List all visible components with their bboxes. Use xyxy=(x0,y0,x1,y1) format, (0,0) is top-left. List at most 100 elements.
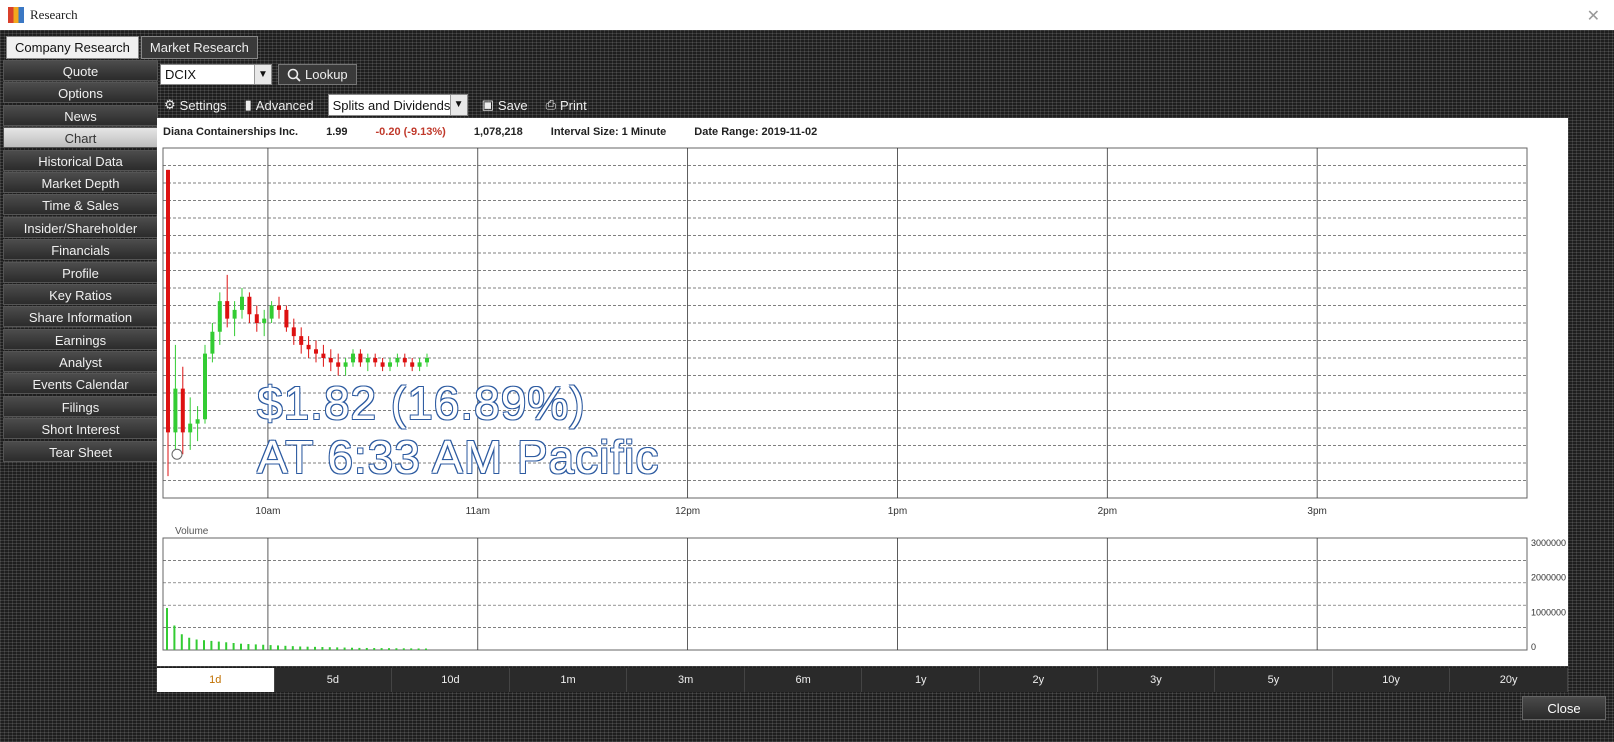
chevron-down-icon[interactable]: ▼ xyxy=(449,95,467,115)
symbol-input[interactable]: DCIX ▼ xyxy=(160,64,272,85)
volume-bar xyxy=(336,647,339,650)
volume-bar xyxy=(277,645,279,650)
settings-button[interactable]: ⚙ Settings xyxy=(160,97,231,113)
sidebar-item-key-ratios[interactable]: Key Ratios xyxy=(3,283,158,305)
window-close-icon[interactable]: ✕ xyxy=(1587,6,1600,26)
range-6m[interactable]: 6m xyxy=(745,668,863,692)
range-5d[interactable]: 5d xyxy=(275,668,393,692)
volume-bar xyxy=(240,643,242,650)
candle-body xyxy=(299,336,304,345)
range-3m[interactable]: 3m xyxy=(627,668,745,692)
sidebar-item-financials[interactable]: Financials xyxy=(3,239,158,261)
range-selector: 1d 5d 10d 1m 3m 6m 1y 2y 3y 5y 10y 20y xyxy=(157,668,1568,692)
save-button[interactable]: ▣ Save xyxy=(478,97,532,113)
sidebar-item-news[interactable]: News xyxy=(3,104,158,126)
range-20y[interactable]: 20y xyxy=(1450,668,1568,692)
sidebar-item-quote[interactable]: Quote xyxy=(3,60,158,81)
range-3y[interactable]: 3y xyxy=(1098,668,1216,692)
sidebar-item-market-depth[interactable]: Market Depth xyxy=(3,171,158,193)
candle-body xyxy=(351,353,355,363)
floppy-icon: ▣ xyxy=(481,97,494,112)
sidebar-item-earnings[interactable]: Earnings xyxy=(3,328,158,350)
volume-tick-label: 2000000 xyxy=(1531,573,1566,583)
volume-bar xyxy=(314,646,316,650)
volume-bar xyxy=(195,639,198,650)
candle-body xyxy=(380,362,385,367)
lookup-button[interactable]: Lookup xyxy=(278,64,357,85)
tab-market-research[interactable]: Market Research xyxy=(140,36,258,59)
print-label: Print xyxy=(559,97,587,113)
candle-body xyxy=(373,358,378,363)
volume-bar xyxy=(425,648,427,650)
advanced-button[interactable]: ▮ Advanced xyxy=(241,97,318,113)
x-tick-label: 2pm xyxy=(1098,506,1117,517)
candle-body xyxy=(269,305,274,319)
overlay-time: AT 6:33 AM Pacific xyxy=(257,431,660,483)
range-1m[interactable]: 1m xyxy=(510,668,628,692)
candle-body xyxy=(210,331,215,354)
splits-dividends-value: Splits and Dividends xyxy=(332,97,451,113)
volume-bar xyxy=(269,645,272,650)
candle-body xyxy=(321,353,326,358)
candle-body xyxy=(425,358,429,363)
candle-body xyxy=(284,309,289,328)
candle-body xyxy=(417,362,422,367)
chart-panel: Diana Containerships Inc. 1.99 -0.20 (-9… xyxy=(157,118,1568,666)
sidebar-item-historical-data[interactable]: Historical Data xyxy=(3,149,158,171)
volume-bar xyxy=(232,643,235,650)
research-tabs: Company Research Market Research xyxy=(6,36,258,59)
save-label: Save xyxy=(497,97,528,113)
range-10y[interactable]: 10y xyxy=(1333,668,1451,692)
sidebar-item-analyst[interactable]: Analyst xyxy=(3,351,158,373)
volume-bar xyxy=(247,644,250,650)
volume-bar xyxy=(380,648,383,650)
range-1y[interactable]: 1y xyxy=(862,668,981,692)
app-icon xyxy=(8,7,24,23)
search-icon xyxy=(287,68,301,82)
volume-bar xyxy=(262,644,265,650)
volume-bar xyxy=(373,648,376,650)
candle-body xyxy=(358,353,363,363)
volume-bar xyxy=(388,648,390,650)
volume-bar xyxy=(358,647,361,650)
range-1d[interactable]: 1d xyxy=(157,668,275,692)
range-10d[interactable]: 10d xyxy=(392,668,510,692)
tab-company-research[interactable]: Company Research xyxy=(6,36,139,59)
sidebar-item-insider-shareholder[interactable]: Insider/Shareholder xyxy=(3,216,158,238)
range-5y[interactable]: 5y xyxy=(1215,668,1333,692)
sidebar-item-profile[interactable]: Profile xyxy=(3,261,158,283)
volume-plot-frame xyxy=(162,537,1528,651)
sidebar-item-time-sales[interactable]: Time & Sales xyxy=(3,194,158,216)
candle-body xyxy=(343,362,348,367)
volume-bar xyxy=(180,634,183,650)
crosshair-handle xyxy=(171,448,183,460)
volume-bar xyxy=(365,647,368,650)
candle-body xyxy=(306,344,311,350)
sidebar-item-filings[interactable]: Filings xyxy=(3,395,158,417)
sidebar-item-share-information[interactable]: Share Information xyxy=(3,306,158,328)
sidebar-item-events-calendar[interactable]: Events Calendar xyxy=(3,373,158,395)
volume-tick-label: 3000000 xyxy=(1531,538,1566,548)
close-button[interactable]: Close xyxy=(1522,696,1606,720)
volume-bar xyxy=(410,648,413,650)
candle-body xyxy=(314,349,318,354)
print-button[interactable]: ⎙ Print xyxy=(542,97,591,113)
volume-bar xyxy=(395,648,398,650)
candle-body xyxy=(173,388,178,433)
sidebar-item-tear-sheet[interactable]: Tear Sheet xyxy=(3,440,158,462)
volume-bar xyxy=(225,642,228,650)
volume-bar xyxy=(343,647,346,650)
range-2y[interactable]: 2y xyxy=(980,668,1098,692)
printer-icon: ⎙ xyxy=(545,97,556,112)
volume-bar xyxy=(321,647,324,650)
symbol-toolbar: DCIX ▼ Lookup xyxy=(160,64,357,85)
chevron-down-icon[interactable]: ▼ xyxy=(254,65,271,84)
volume-bar xyxy=(203,640,205,650)
splits-dividends-select[interactable]: Splits and Dividends ▼ xyxy=(327,94,468,116)
volume-bar xyxy=(328,647,331,650)
volume-axis-title: Volume xyxy=(175,526,209,537)
candle-body xyxy=(247,296,252,315)
sidebar-item-short-interest[interactable]: Short Interest xyxy=(3,418,158,440)
sidebar-item-chart[interactable]: Chart xyxy=(3,127,158,149)
sidebar-item-options[interactable]: Options xyxy=(3,82,158,104)
